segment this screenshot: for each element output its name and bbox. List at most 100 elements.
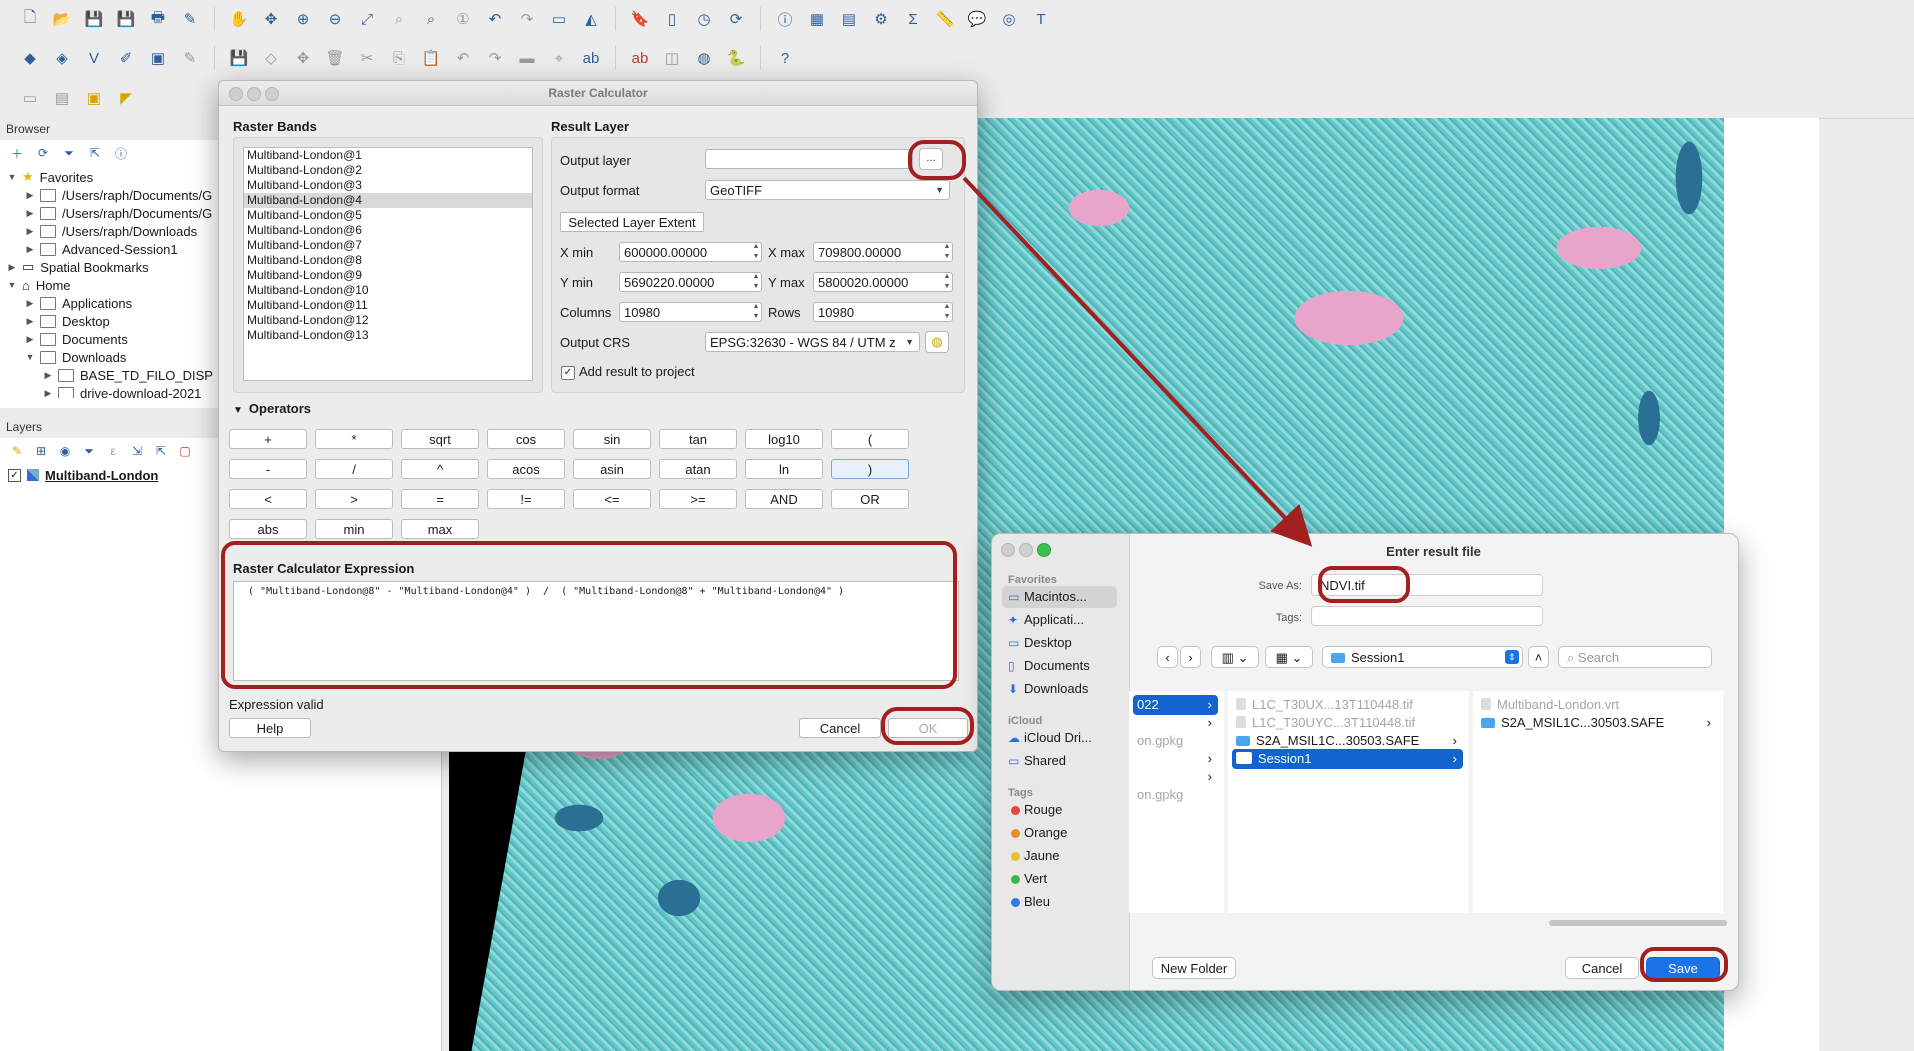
band-item[interactable]: Multiband-London@10	[244, 283, 532, 298]
chevron-down-icon[interactable]: ▼	[6, 172, 18, 182]
sidebar-item[interactable]: Bleu	[1002, 891, 1117, 913]
remove-layer-icon[interactable]: ▢	[176, 442, 194, 460]
browser-item[interactable]: ▶ Applications	[0, 294, 133, 312]
operator-button[interactable]: >	[315, 489, 393, 509]
browser-item[interactable]: ▶ ▭ Spatial Bookmarks	[0, 258, 149, 276]
filter-icon[interactable]: ⏷	[60, 144, 78, 162]
visibility-icon[interactable]: ◉	[56, 442, 74, 460]
new-bookmark-icon[interactable]: 🔖	[628, 7, 652, 31]
text-annotation-icon[interactable]: T	[1029, 7, 1053, 31]
band-item[interactable]: Multiband-London@11	[244, 298, 532, 313]
band-item[interactable]: Multiband-London@8	[244, 253, 532, 268]
sidebar-item[interactable]: ▭ Desktop	[1002, 632, 1117, 654]
save-project-icon[interactable]: 💾	[82, 7, 106, 31]
file-row[interactable]: Multiband-London.vrt	[1477, 695, 1717, 715]
label-pin-icon[interactable]: ⌖	[547, 46, 571, 70]
select-location-icon[interactable]: ◤	[114, 86, 138, 110]
zoom-in-icon[interactable]: ⊕	[291, 7, 315, 31]
expression-filter-icon[interactable]: ε	[104, 442, 122, 460]
file-row[interactable]: Session1 ›	[1232, 749, 1463, 769]
new-map-view-icon[interactable]: ▭	[547, 7, 571, 31]
processing-icon[interactable]: ⚙	[869, 7, 893, 31]
browser-item[interactable]: ▶ Advanced-Session1	[0, 240, 178, 258]
operator-button[interactable]: /	[315, 459, 393, 479]
sidebar-item[interactable]: ☁ iCloud Dri...	[1002, 727, 1117, 749]
pan-icon[interactable]: ✋	[227, 7, 251, 31]
layer-item[interactable]: ✓ Multiband-London	[8, 466, 158, 484]
browser-item[interactable]: ▶ /Users/raph/Downloads	[0, 222, 198, 240]
annotation-icon[interactable]: ◎	[997, 7, 1021, 31]
sidebar-item[interactable]: ▭ Shared	[1002, 750, 1117, 772]
browser-item[interactable]: ▶ Documents	[0, 330, 128, 348]
statistics-icon[interactable]: Σ	[901, 7, 925, 31]
operator-button[interactable]: tan	[659, 429, 737, 449]
browser-item[interactable]: ▶ BASE_TD_FILO_DISP	[0, 366, 213, 384]
chevron-right-icon[interactable]: ▶	[6, 262, 18, 273]
band-item[interactable]: Multiband-London@13	[244, 328, 532, 343]
zoom-to-selection-icon[interactable]: ⌕	[387, 7, 411, 31]
new-geopackage-icon[interactable]: ◈	[50, 46, 74, 70]
chevron-right-icon[interactable]: ▶	[24, 226, 36, 237]
chevron-right-icon[interactable]: ▶	[24, 244, 36, 255]
filter-legend-icon[interactable]: ⏷	[80, 442, 98, 460]
chevron-right-icon[interactable]: ▶	[24, 334, 36, 345]
operator-button[interactable]: ln	[745, 459, 823, 479]
abc-icon[interactable]: ab	[579, 46, 603, 70]
zoom-full-icon[interactable]: ⤢	[355, 7, 379, 31]
band-item[interactable]: Multiband-London@9	[244, 268, 532, 283]
deselect-icon[interactable]: ▣	[82, 86, 106, 110]
browser-item[interactable]: ▼ ★ Favorites	[0, 168, 94, 186]
band-item[interactable]: Multiband-London@12	[244, 313, 532, 328]
zoom-last-icon[interactable]: ↶	[483, 7, 507, 31]
map-tips-icon[interactable]: 💬	[965, 7, 989, 31]
add-group-icon[interactable]: ⊞	[32, 442, 50, 460]
operator-button[interactable]: *	[315, 429, 393, 449]
file-row[interactable]: S2A_MSIL1C...30503.SAFE ›	[1232, 731, 1463, 751]
output-layer-input[interactable]	[705, 149, 913, 169]
band-item[interactable]: Multiband-London@7	[244, 238, 532, 253]
spin-arrows-icon[interactable]: ▲ ▼	[941, 272, 953, 292]
paste-icon[interactable]: 📋	[419, 46, 443, 70]
open-project-icon[interactable]: 📂	[50, 7, 74, 31]
operator-button[interactable]: <	[229, 489, 307, 509]
help-icon[interactable]: ?	[773, 46, 797, 70]
operator-button[interactable]: asin	[573, 459, 651, 479]
zoom-out-icon[interactable]: ⊖	[323, 7, 347, 31]
help-button[interactable]: Help	[229, 718, 311, 738]
add-layer-icon[interactable]: ＋	[8, 144, 26, 162]
chevron-right-icon[interactable]: ▶	[42, 388, 54, 399]
operator-button[interactable]: ^	[401, 459, 479, 479]
spin-arrows-icon[interactable]: ▲ ▼	[750, 272, 762, 292]
measure-icon[interactable]: 📏	[933, 7, 957, 31]
close-icon[interactable]	[1001, 543, 1015, 557]
band-item[interactable]: Multiband-London@4	[244, 193, 532, 208]
file-row[interactable]: 022 ›	[1133, 695, 1218, 715]
operator-button[interactable]: OR	[831, 489, 909, 509]
field-calculator-icon[interactable]: ▤	[837, 7, 861, 31]
move-feature-icon[interactable]: ✥	[291, 46, 315, 70]
operator-button[interactable]: )	[831, 459, 909, 479]
location-select[interactable]: Session1 ⇕	[1322, 646, 1523, 668]
spin-arrows-icon[interactable]: ▲ ▼	[750, 302, 762, 322]
add-result-checkbox[interactable]: ✓	[561, 366, 575, 380]
cut-icon[interactable]: ✂	[355, 46, 379, 70]
python-icon[interactable]: 🐍	[724, 46, 748, 70]
output-crs-select[interactable]: EPSG:32630 - WGS 84 / UTM z ▼	[705, 332, 920, 352]
sidebar-item[interactable]: ✦ Applicati...	[1002, 609, 1117, 631]
file-row[interactable]: on.gpkg	[1133, 731, 1218, 751]
ymin-input[interactable]: 5690220.00000 ▲ ▼	[619, 272, 762, 292]
output-format-select[interactable]: GeoTIFF ▼	[705, 180, 950, 200]
file-row[interactable]: S2A_MSIL1C...30503.SAFE ›	[1477, 713, 1717, 733]
new-folder-button[interactable]: New Folder	[1152, 957, 1236, 979]
operator-button[interactable]: acos	[487, 459, 565, 479]
pan-to-selection-icon[interactable]: ✥	[259, 7, 283, 31]
tags-input[interactable]	[1311, 606, 1543, 626]
chevron-down-icon[interactable]: ▼	[24, 352, 36, 362]
layer-checkbox[interactable]: ✓	[8, 468, 21, 482]
layer-style-icon[interactable]: ✎	[8, 442, 26, 460]
collapse-icon[interactable]: ⇱	[152, 442, 170, 460]
operator-button[interactable]: <=	[573, 489, 651, 509]
operator-button[interactable]: +	[229, 429, 307, 449]
minimize-icon[interactable]	[1019, 543, 1033, 557]
operators-header[interactable]: ▼ Operators	[233, 401, 311, 416]
